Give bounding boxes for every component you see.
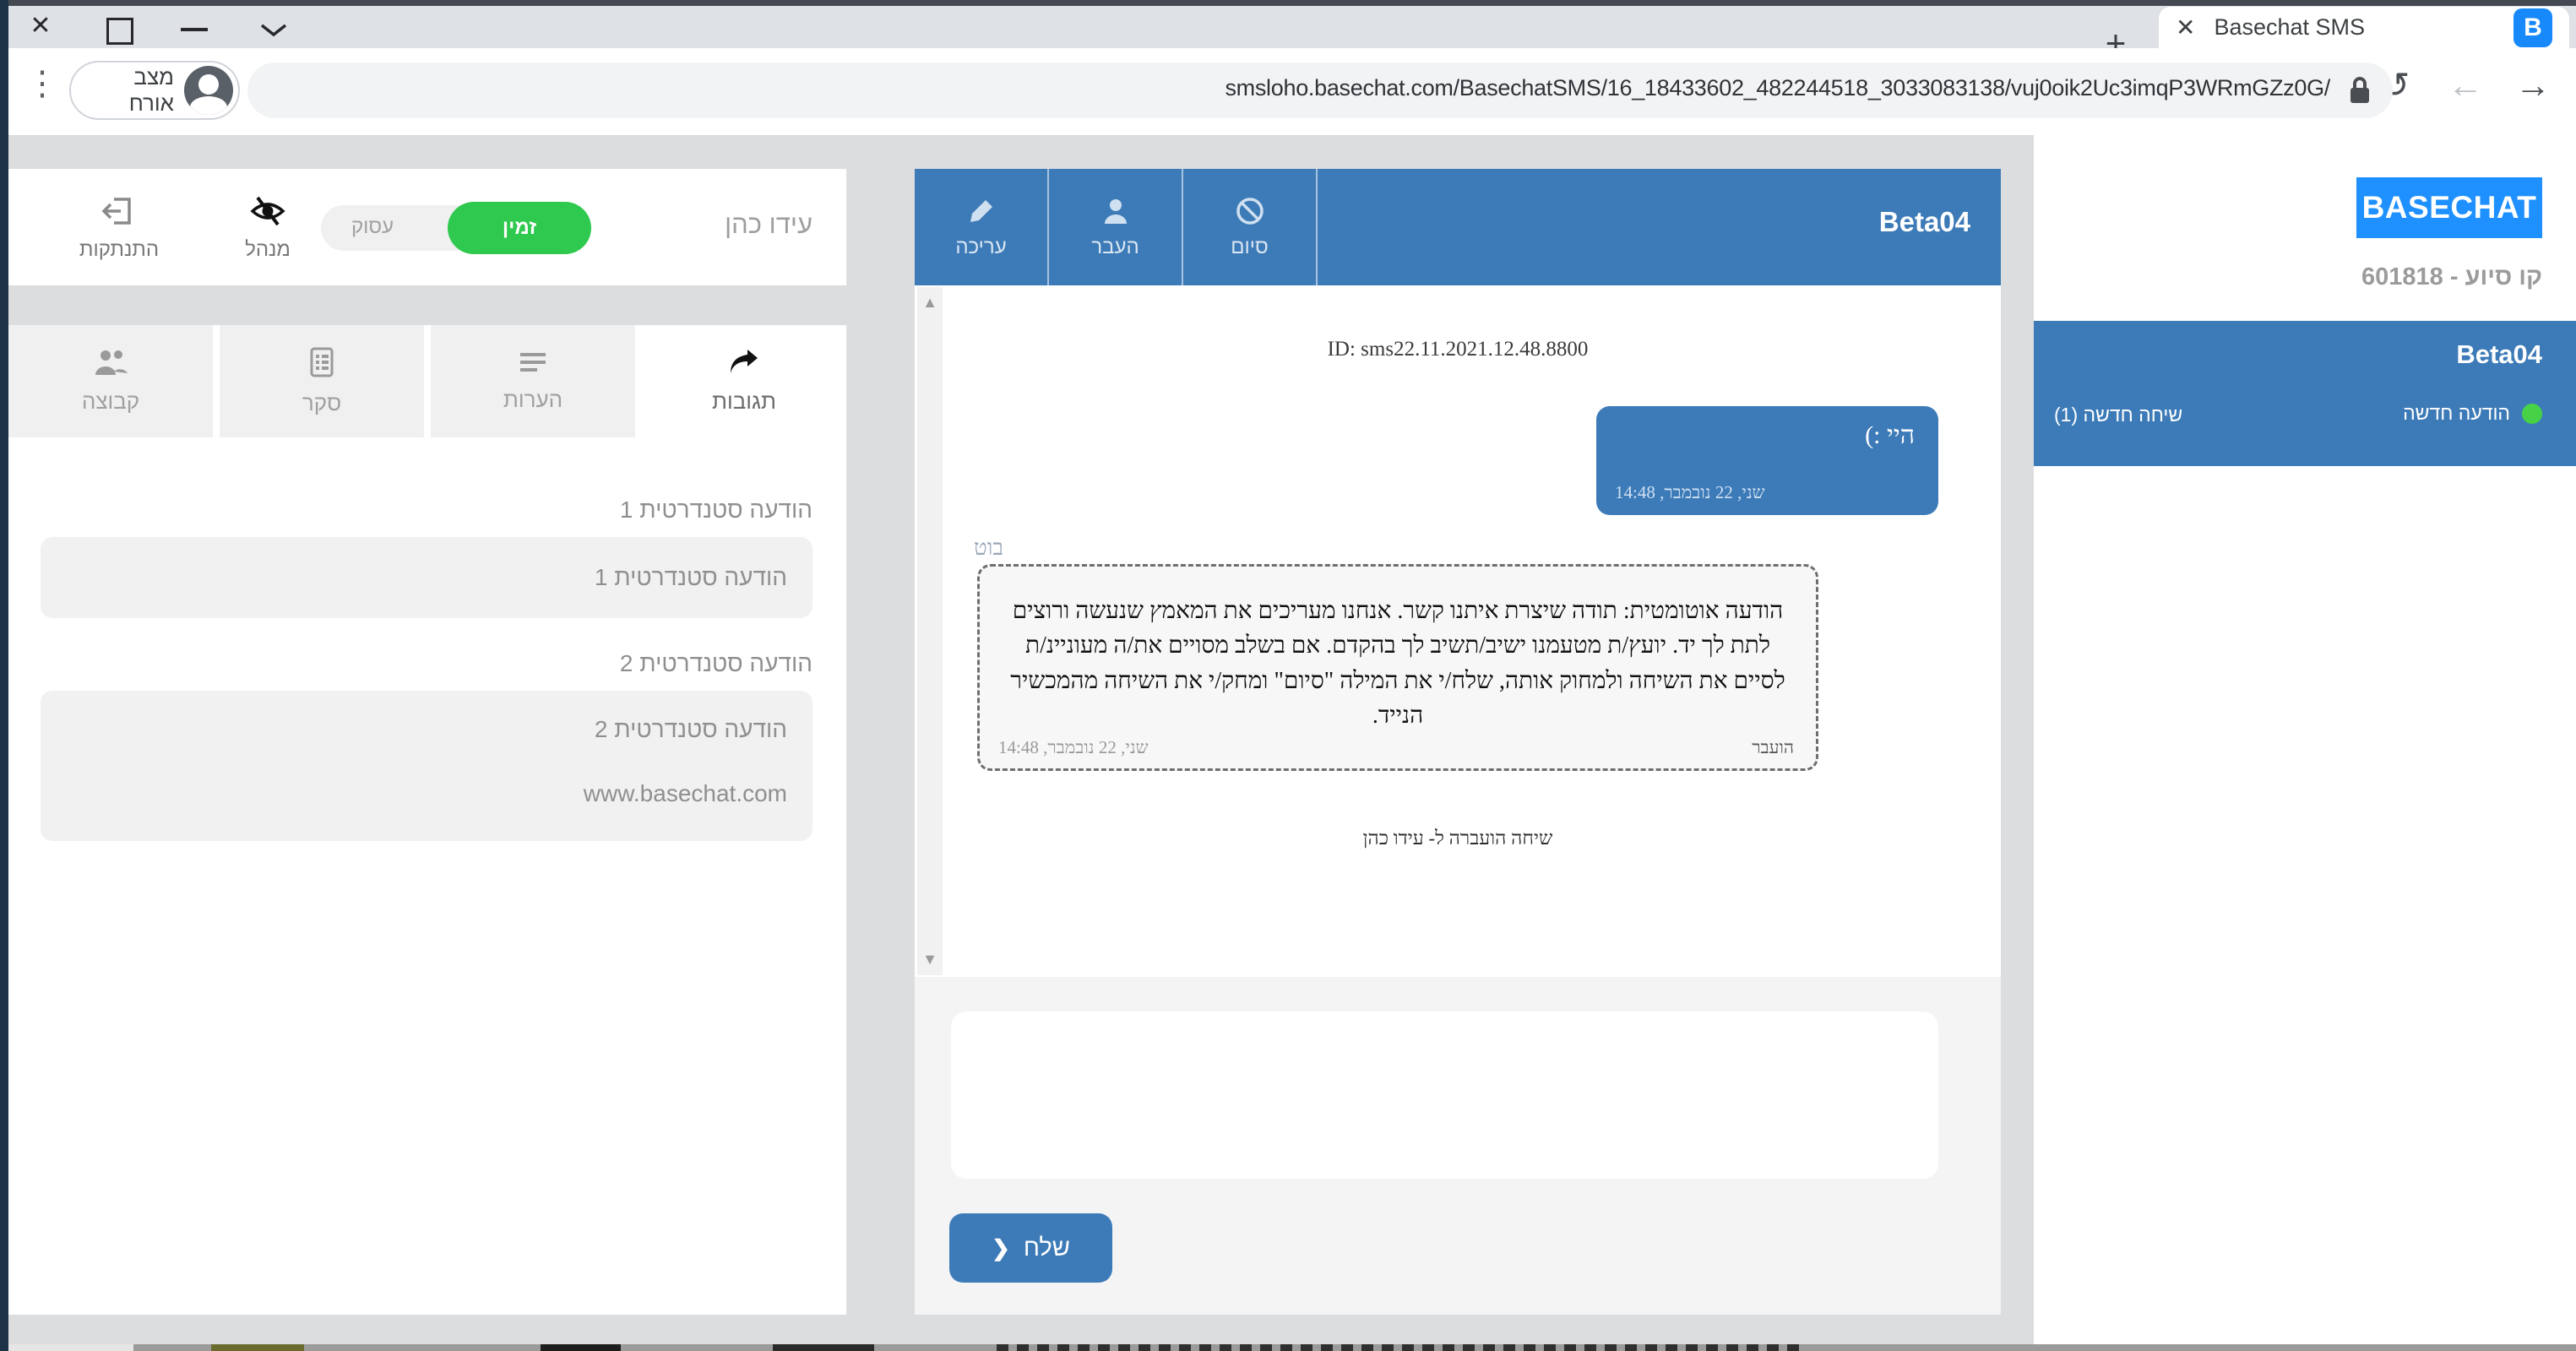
bot-message-time: שני, 22 נובמבר, 14:48 bbox=[998, 737, 1149, 758]
chat-header: Beta04 סיום העבר bbox=[915, 169, 2001, 285]
manager-label: מנהל bbox=[213, 238, 323, 262]
nav-forward-button[interactable]: → bbox=[2515, 68, 2551, 103]
toggle-busy-label[interactable]: עסוק bbox=[351, 215, 394, 239]
tab-close-icon[interactable]: ✕ bbox=[2176, 14, 2195, 41]
bot-message-text: הודעה אוטומטית: תודה שיצרת איתנו קשר. אנ… bbox=[1005, 594, 1791, 734]
horizontal-scrollbar[interactable] bbox=[8, 1344, 2576, 1351]
conversation-badge: שיחה חדשה (1) bbox=[2054, 404, 2182, 426]
url-bar[interactable]: smsloho.basechat.com/BasechatSMS/16_1843… bbox=[247, 62, 2393, 118]
send-label: שלח bbox=[1024, 1234, 1070, 1262]
tab-label: קבוצה bbox=[82, 388, 139, 415]
basechat-favicon-icon: B bbox=[2514, 8, 2552, 47]
browser-menu-icon[interactable]: ⋮ bbox=[25, 64, 59, 103]
logout-label: התנתקות bbox=[64, 238, 174, 262]
end-chat-button[interactable]: סיום bbox=[1183, 169, 1318, 285]
basechat-logo: BASECHAT bbox=[2356, 177, 2542, 238]
scroll-down-icon[interactable]: ▼ bbox=[917, 951, 943, 968]
guest-profile-chip[interactable]: מצב אורח bbox=[69, 61, 240, 120]
template-card[interactable]: הודעה סטנדרטית 2 www.basechat.com bbox=[41, 691, 812, 841]
tab-responses[interactable]: תגובות bbox=[642, 325, 846, 437]
tab-label: תגובות bbox=[712, 388, 776, 415]
conversations-sidebar: BASECHAT קו סיוע - 601818 Beta04 הודעה ח… bbox=[2034, 135, 2576, 1344]
strip-fragment bbox=[211, 1344, 304, 1351]
lines-icon bbox=[518, 350, 548, 375]
template-card[interactable]: הודעה סטנדרטית 1 bbox=[41, 537, 812, 618]
app-window: ✕ + ✕ Basechat SMS B → ← ↺ smsloho.basec… bbox=[0, 0, 2576, 1351]
chat-title: Beta04 bbox=[1879, 206, 1970, 238]
agent-name: עידו כהן bbox=[725, 209, 812, 240]
strip-fragment bbox=[8, 1344, 133, 1351]
manager-button[interactable]: מנהל bbox=[213, 194, 323, 262]
logout-icon bbox=[64, 194, 174, 228]
hotline-label: קו סיוע - 601818 bbox=[2361, 263, 2542, 291]
availability-toggle[interactable]: עסוק זמין bbox=[321, 202, 591, 252]
tab-notes[interactable]: הערות bbox=[431, 325, 635, 437]
strip-fragment bbox=[541, 1344, 621, 1351]
template-text: הודעה סטנדרטית 1 bbox=[595, 564, 787, 591]
window-left-edge bbox=[0, 0, 8, 1351]
window-chevron-down-icon[interactable] bbox=[258, 20, 289, 39]
send-arrow-icon: ❮ bbox=[992, 1235, 1010, 1261]
cutoff-text-fragment bbox=[997, 1344, 1799, 1351]
tab-group[interactable]: קבוצה bbox=[8, 325, 213, 437]
session-id: ID: sms22.11.2021.12.48.8800 bbox=[1328, 338, 1589, 361]
nav-back-button[interactable]: ← bbox=[2448, 68, 2483, 103]
window-maximize-button[interactable] bbox=[106, 18, 133, 45]
message-input[interactable] bbox=[951, 1012, 1938, 1179]
agent-status-card: עידו כהן עסוק זמין מנהל bbox=[8, 169, 846, 285]
outgoing-message-text: היי :) bbox=[1865, 421, 1915, 450]
chat-scrollbar[interactable]: ▲ ▼ bbox=[917, 287, 943, 975]
person-icon bbox=[1100, 195, 1132, 227]
template-link: www.basechat.com bbox=[584, 780, 787, 807]
logout-button[interactable]: התנתקות bbox=[64, 194, 174, 262]
transfer-chat-button[interactable]: העבר bbox=[1049, 169, 1183, 285]
strip-fragment bbox=[773, 1344, 874, 1351]
edit-chat-button[interactable]: עריכה bbox=[915, 169, 1049, 285]
tab-label: סקר bbox=[302, 390, 341, 416]
template-title: הודעה סטנדרטית 1 bbox=[620, 496, 812, 524]
scroll-up-icon[interactable]: ▲ bbox=[917, 294, 943, 312]
logo-text: BASECHAT bbox=[2362, 190, 2537, 225]
clipboard-icon bbox=[309, 346, 334, 378]
send-button[interactable]: שלח ❮ bbox=[949, 1213, 1112, 1283]
transfer-notice: שיחה הועברה ל- עידו כהן bbox=[1363, 827, 1553, 849]
url-text[interactable]: smsloho.basechat.com/BasechatSMS/16_1843… bbox=[1225, 75, 2330, 101]
toggle-available-label[interactable]: זמין bbox=[448, 202, 591, 254]
outgoing-message-time: שני, 22 נובמבר, 14:48 bbox=[1615, 482, 1765, 503]
new-message-dot-icon bbox=[2522, 404, 2542, 424]
window-close-button[interactable]: ✕ bbox=[17, 8, 64, 42]
pencil-icon bbox=[965, 195, 997, 227]
tab-label: הערות bbox=[503, 387, 562, 413]
template-text: הודעה סטנדרטית 2 bbox=[595, 716, 787, 743]
avatar-icon bbox=[184, 66, 233, 115]
eye-off-icon bbox=[213, 194, 323, 228]
transfer-chat-label: העבר bbox=[1091, 236, 1139, 259]
slash-circle-icon bbox=[1234, 195, 1266, 227]
chat-composer-area: שלח ❮ bbox=[915, 977, 2001, 1315]
bot-message-status: הועבר bbox=[1752, 737, 1794, 758]
edit-chat-label: עריכה bbox=[955, 236, 1006, 259]
bot-message-bubble[interactable]: הודעה אוטומטית: תודה שיצרת איתנו קשר. אנ… bbox=[977, 564, 1818, 771]
conversation-status: הודעה חדשה bbox=[2403, 402, 2510, 425]
people-icon bbox=[92, 348, 129, 377]
browser-tab[interactable]: ✕ Basechat SMS B bbox=[2159, 7, 2569, 48]
window-minimize-button[interactable] bbox=[181, 28, 208, 31]
end-chat-label: סיום bbox=[1231, 236, 1268, 259]
profile-label: מצב אורח bbox=[86, 64, 174, 117]
templates-panel: הודעה סטנדרטית 1 הודעה סטנדרטית 1 הודעה … bbox=[8, 437, 846, 1315]
outgoing-message-bubble[interactable]: היי :) שני, 22 נובמבר, 14:48 bbox=[1596, 406, 1938, 515]
reply-arrow-icon bbox=[727, 348, 761, 377]
tab-survey[interactable]: סקר bbox=[220, 325, 424, 437]
chat-messages-area: ▲ ▼ ID: sms22.11.2021.12.48.8800 היי :) … bbox=[915, 285, 2001, 977]
conversation-name: Beta04 bbox=[2456, 339, 2542, 370]
conversation-item[interactable]: Beta04 הודעה חדשה שיחה חדשה (1) bbox=[2034, 321, 2576, 466]
tab-title: Basechat SMS bbox=[2214, 14, 2514, 41]
window-top-edge bbox=[0, 0, 2576, 6]
lock-icon[interactable] bbox=[2349, 76, 2371, 105]
template-title: הודעה סטנדרטית 2 bbox=[620, 650, 812, 677]
agent-tabs: תגובות הערות סקר bbox=[8, 325, 846, 437]
bot-sender-label: בוט bbox=[974, 535, 1003, 561]
